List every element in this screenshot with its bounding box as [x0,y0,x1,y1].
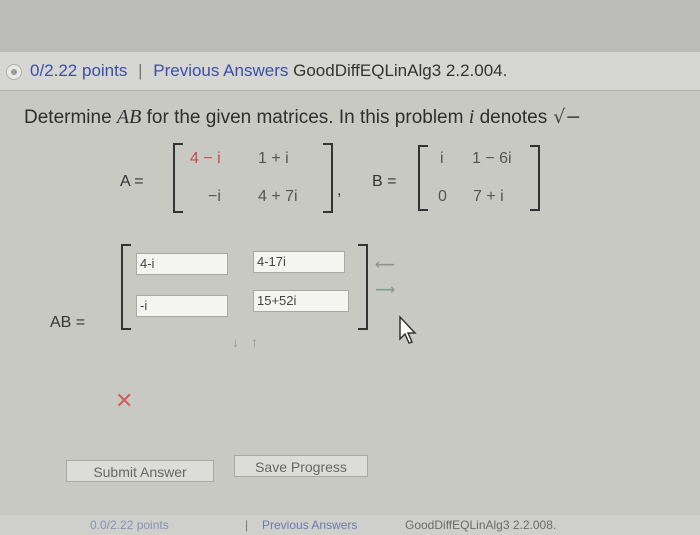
problem-text-mid: for the given matrices. In this problem [141,107,469,128]
add-row-arrow-icon[interactable]: ↑ [251,334,258,350]
save-progress-button[interactable]: Save Progress [234,455,368,477]
problem-var-ab: AB [116,106,142,128]
matrix-a-label: A = [120,173,144,190]
footer-points: 0.0/2.22 points [90,518,169,532]
matrix-b-cell: 0 [438,188,447,205]
footer-problem-id: GoodDiffEQLinAlg3 2.2.008. [405,518,557,532]
footer-separator: | [245,518,249,532]
answer-cell-input[interactable]: 4-i [136,253,228,275]
answer-right-bracket [358,244,368,330]
matrix-a-cell: 4 + 7i [258,188,298,205]
mouse-cursor-icon [399,315,417,344]
answer-cell-input[interactable]: 15+52i [253,290,349,312]
matrix-b-cell: 1 − 6i [472,150,512,167]
status-dot-icon [6,64,22,80]
incorrect-mark-icon: ✕ [115,388,134,413]
matrix-b-cell: i [440,150,444,167]
footer-previous-answers-link[interactable]: Previous Answers [262,518,357,532]
problem-text-start: Determine [24,107,117,128]
header-text: 0/2.22 points | Previous Answers GoodDif… [30,61,507,81]
matrix-comma: , [337,182,342,199]
previous-answers-link[interactable]: Previous Answers [153,61,288,80]
remove-column-arrow-icon[interactable]: ⟵ [375,256,395,273]
matrix-a-cell: −i [208,188,221,205]
answer-cell-input[interactable]: -i [136,295,228,317]
add-column-arrow-icon[interactable]: ⟶ [375,281,395,298]
remove-row-arrow-icon[interactable]: ↓ [232,334,239,350]
matrix-b-cell: 7 + i [473,188,504,205]
points-label: 0/2.22 points [30,61,128,80]
header-separator: | [138,61,143,80]
question-header: 0/2.22 points | Previous Answers GoodDif… [0,52,700,91]
matrix-a-cell: 4 − i [190,150,221,167]
matrix-b-left-bracket [418,145,428,211]
problem-id: GoodDiffEQLinAlg3 2.2.004. [293,61,508,80]
matrix-b-right-bracket [530,145,540,211]
sqrt-symbol: √− [553,106,582,128]
submit-answer-button[interactable]: Submit Answer [66,460,214,482]
answer-left-bracket [121,244,131,330]
next-question-header: 0.0/2.22 points | Previous Answers GoodD… [0,515,700,535]
matrix-a-right-bracket [323,143,333,213]
problem-statement: Determine AB for the given matrices. In … [24,106,581,129]
answer-label: AB = [50,314,86,331]
matrix-a-cell: 1 + i [258,150,289,167]
answer-cell-input[interactable]: 4-17i [253,251,345,273]
top-strip [0,0,700,52]
matrix-b-label: B = [372,173,397,190]
problem-text-end: denotes [474,107,548,128]
matrix-a-left-bracket [173,143,183,213]
